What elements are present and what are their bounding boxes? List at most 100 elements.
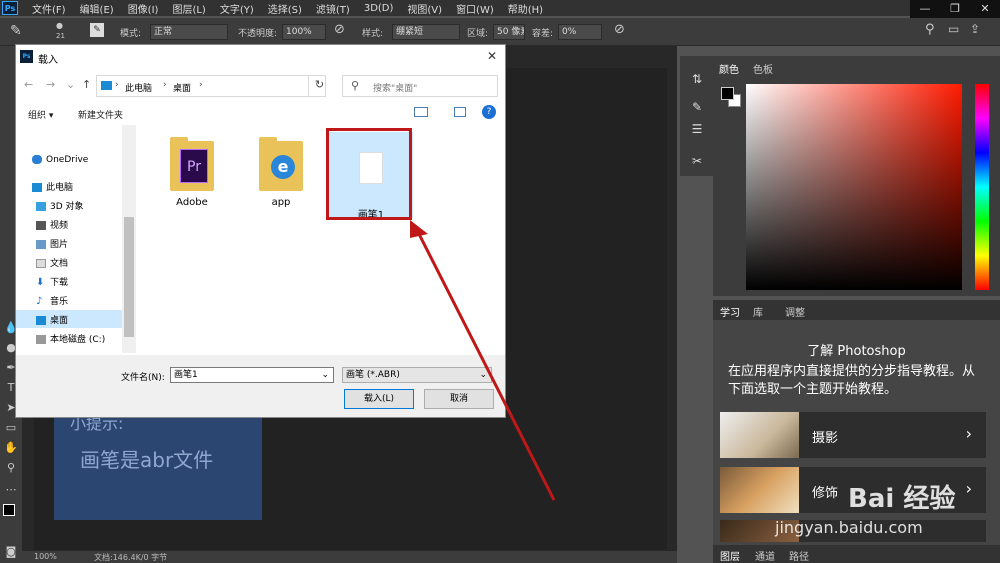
brush-tool-icon[interactable]: ✎ <box>10 23 22 39</box>
tab-layers[interactable]: 图层 <box>720 548 740 563</box>
search-icon[interactable]: ⚲ <box>925 22 935 37</box>
dialog-close-button[interactable]: ✕ <box>487 49 497 63</box>
tab-libraries[interactable]: 库 <box>753 304 763 319</box>
menu-window[interactable]: 窗口(W) <box>456 1 494 16</box>
menu-help[interactable]: 帮助(H) <box>508 1 543 16</box>
hand-tool-icon[interactable]: ✋ <box>3 440 19 456</box>
zoom-tool-icon[interactable]: ⚲ <box>3 460 19 476</box>
menu-filter[interactable]: 滤镜(T) <box>316 1 350 16</box>
menu-image[interactable]: 图像(I) <box>128 1 159 16</box>
tool-presets-icon[interactable]: ✂ <box>688 152 706 170</box>
nav-music[interactable]: ♪ 音乐 <box>36 294 68 308</box>
organize-button[interactable]: 组织 ▾ <box>28 108 53 121</box>
adjustments-icon[interactable]: ☰ <box>688 120 706 138</box>
retouch-thumbnail <box>720 467 799 513</box>
options-bar: ✎ ● 21 ✎ 模式: 正常 不透明度: 100% ⊘ 样式: 绷紧短 区域:… <box>0 18 1000 46</box>
brush-preset-icon[interactable]: ● <box>56 21 63 30</box>
tab-swatches[interactable]: 色板 <box>753 61 773 76</box>
scroll-thumb[interactable] <box>124 217 134 337</box>
close-window-button[interactable]: ✕ <box>970 0 1000 18</box>
tab-color[interactable]: 颜色 <box>719 61 739 76</box>
tab-adjustments[interactable]: 调整 <box>785 304 805 319</box>
recent-dropdown-icon[interactable]: ⌄ <box>66 78 75 91</box>
premiere-icon: Pr <box>180 149 208 183</box>
learn-description: 在应用程序内直接提供的分步指导教程。从下面选取一个主题开始教程。 <box>728 364 976 397</box>
nav-pictures[interactable]: 图片 <box>36 237 68 250</box>
search-input[interactable]: ⚲ 搜索"桌面" <box>342 75 498 97</box>
menu-view[interactable]: 视图(V) <box>407 1 442 16</box>
tutorial-card-photography[interactable]: 摄影 › <box>720 412 986 458</box>
view-options-icon[interactable] <box>414 107 428 117</box>
video-icon <box>36 221 46 230</box>
menu-type[interactable]: 文字(Y) <box>220 1 254 16</box>
breadcrumb-pc[interactable]: 此电脑 <box>125 81 152 94</box>
nav-local-disk[interactable]: 本地磁盘 (C:) <box>36 332 105 345</box>
brush-settings-icon[interactable]: ✎ <box>688 98 706 116</box>
load-button[interactable]: 载入(L) <box>344 389 414 409</box>
nav-documents[interactable]: 文档 <box>36 256 68 269</box>
menu-layer[interactable]: 图层(L) <box>172 1 205 16</box>
document-info: 文档:146.4K/0 字节 <box>94 553 168 562</box>
nav-this-pc[interactable]: 此电脑 <box>32 180 73 193</box>
area-field[interactable]: 50 像素 <box>493 24 525 40</box>
style-select[interactable]: 绷紧短 <box>392 24 460 40</box>
hue-slider[interactable] <box>975 84 989 290</box>
workspace-icon[interactable]: ▭ <box>948 22 959 36</box>
nav-downloads[interactable]: ⬇ 下载 <box>36 275 68 289</box>
tab-channels[interactable]: 通道 <box>755 548 775 563</box>
minimize-button[interactable]: — <box>910 0 940 18</box>
refresh-icon[interactable]: ↻ <box>308 75 330 97</box>
zoom-level[interactable]: 100% <box>34 552 57 561</box>
preview-pane-icon[interactable] <box>454 107 466 117</box>
foreground-swatch[interactable] <box>721 87 734 100</box>
folder-app[interactable]: e app <box>241 135 321 208</box>
tab-learn[interactable]: 学习 <box>720 304 740 319</box>
card-label: 修饰 <box>812 486 839 501</box>
pressure-size-icon[interactable]: ⊘ <box>614 22 625 37</box>
more-tools-icon[interactable]: ⋯ <box>3 482 19 498</box>
opacity-field[interactable]: 100% <box>282 24 326 40</box>
menu-3d[interactable]: 3D(D) <box>364 3 394 14</box>
up-arrow-icon[interactable]: ↑ <box>82 78 91 91</box>
address-bar[interactable]: › 此电脑 › 桌面 › <box>96 75 326 97</box>
nav-onedrive[interactable]: OneDrive <box>32 155 88 165</box>
photography-thumbnail <box>720 412 799 458</box>
mode-select[interactable]: 正常 <box>150 24 228 40</box>
nav-videos[interactable]: 视频 <box>36 218 68 231</box>
color-picker-field[interactable] <box>746 84 962 290</box>
tab-paths[interactable]: 路径 <box>789 548 809 563</box>
folder-icon: e <box>255 135 307 193</box>
share-icon[interactable]: ⇪ <box>970 22 980 36</box>
pressure-opacity-icon[interactable]: ⊘ <box>334 22 345 37</box>
chevron-right-icon: › <box>965 479 972 498</box>
tolerance-field[interactable]: 0% <box>558 24 602 40</box>
quick-mask-icon[interactable]: ◙ <box>3 544 19 560</box>
window-controls: — ❐ ✕ <box>910 0 1000 18</box>
status-bar: 100% 文档:146.4K/0 字节 <box>22 551 677 563</box>
nav-3d-objects[interactable]: 3D 对象 <box>36 199 84 212</box>
tip-text: 画笔是abr文件 <box>80 448 214 472</box>
filetype-select[interactable]: 画笔 (*.ABR) ⌄ <box>342 367 492 383</box>
brush-size: 21 <box>56 32 65 40</box>
photoshop-logo: Ps <box>2 1 18 15</box>
folder-adobe[interactable]: Pr Adobe <box>152 135 232 208</box>
brush-panel-icon[interactable]: ✎ <box>90 23 104 37</box>
foreground-color-swatch[interactable] <box>3 504 15 516</box>
properties-icon[interactable]: ⇅ <box>688 70 706 88</box>
forward-arrow-icon[interactable]: → <box>46 78 55 91</box>
cube-icon <box>36 202 46 211</box>
help-icon[interactable]: ? <box>482 105 496 119</box>
nav-scrollbar[interactable] <box>122 125 136 353</box>
restore-button[interactable]: ❐ <box>940 0 970 18</box>
new-folder-button[interactable]: 新建文件夹 <box>78 108 123 121</box>
pc-icon <box>101 81 112 90</box>
breadcrumb-desktop[interactable]: 桌面 <box>173 81 191 94</box>
menu-file[interactable]: 文件(F) <box>32 1 66 16</box>
back-arrow-icon[interactable]: ← <box>24 78 33 91</box>
rectangle-tool-icon[interactable]: ▭ <box>3 420 19 436</box>
menu-select[interactable]: 选择(S) <box>268 1 302 16</box>
nav-desktop[interactable]: 桌面 <box>16 310 122 328</box>
cancel-button[interactable]: 取消 <box>424 389 494 409</box>
filename-input[interactable]: 画笔1 ⌄ <box>170 367 334 383</box>
menu-edit[interactable]: 编辑(E) <box>80 1 114 16</box>
